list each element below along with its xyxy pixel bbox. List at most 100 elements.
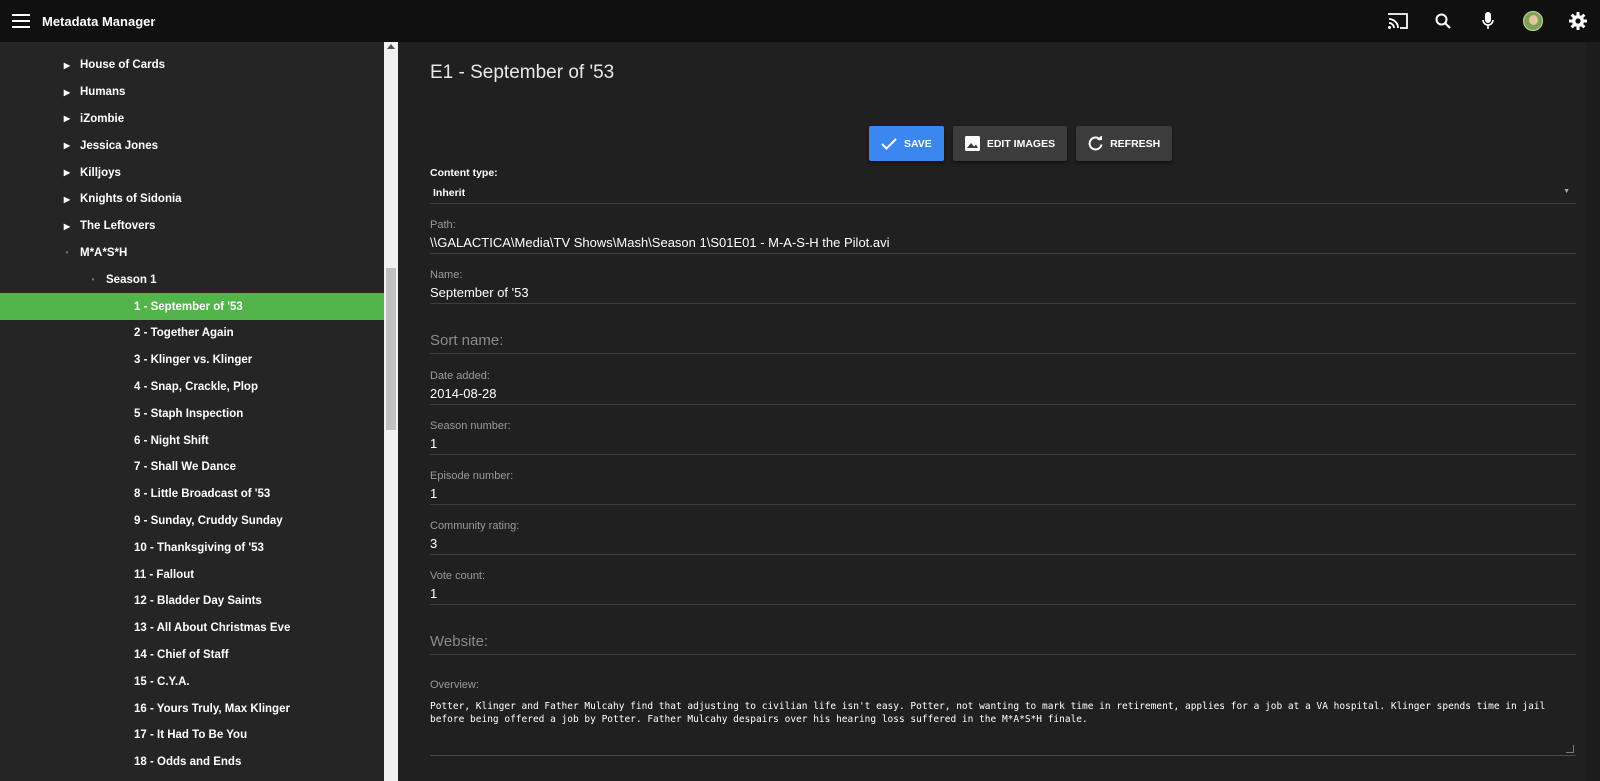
tree-item-label: 4 - Snap, Crackle, Plop xyxy=(134,380,258,393)
app-title: Metadata Manager xyxy=(42,13,156,29)
tree-item[interactable]: ▶ Humans xyxy=(0,79,384,106)
sort-name-field[interactable]: Sort name: xyxy=(430,332,1576,354)
collapse-dot-icon[interactable]: • xyxy=(88,275,98,284)
refresh-button[interactable]: REFRESH xyxy=(1076,126,1173,161)
overview-field[interactable]: Overview: Potter, Klinger and Father Mul… xyxy=(430,679,1576,756)
date-added-input[interactable]: 2014-08-28 xyxy=(430,386,1576,401)
tree-item-label: 12 - Bladder Day Saints xyxy=(134,595,262,608)
tree-item[interactable]: • M*A*S*H xyxy=(0,240,384,267)
episode-number-field[interactable]: Episode number: 1 xyxy=(430,470,1576,505)
tree-item[interactable]: 3 - Klinger vs. Klinger xyxy=(0,347,384,374)
search-icon xyxy=(1435,13,1451,29)
tree-item[interactable]: 15 - C.Y.A. xyxy=(0,668,384,695)
tree-item[interactable]: 16 - Yours Truly, Max Klinger xyxy=(0,695,384,722)
website-field[interactable]: Website: xyxy=(430,633,1576,655)
tree-item-label: 5 - Staph Inspection xyxy=(134,407,244,420)
episode-number-input[interactable]: 1 xyxy=(430,486,1576,501)
expand-arrow-icon[interactable]: ▶ xyxy=(62,195,72,204)
tree-item-label: 13 - All About Christmas Eve xyxy=(134,622,291,635)
gear-icon xyxy=(1568,12,1587,30)
scroll-up-arrow-icon[interactable] xyxy=(387,44,395,49)
resize-handle[interactable] xyxy=(1566,745,1574,753)
expand-arrow-icon[interactable]: ▶ xyxy=(62,222,72,231)
mic-icon xyxy=(1481,12,1494,29)
community-rating-input[interactable]: 3 xyxy=(430,536,1576,551)
tree-item[interactable]: 5 - Staph Inspection xyxy=(0,400,384,427)
season-number-input[interactable]: 1 xyxy=(430,436,1576,451)
tree-item[interactable]: 17 - It Had To Be You xyxy=(0,722,384,749)
tree-item-label: 7 - Shall We Dance xyxy=(134,461,237,474)
vote-count-field[interactable]: Vote count: 1 xyxy=(430,570,1576,605)
tree-item[interactable]: 4 - Snap, Crackle, Plop xyxy=(0,374,384,401)
expand-arrow-icon[interactable]: ▶ xyxy=(62,168,72,177)
save-button-label: SAVE xyxy=(904,137,932,150)
tree-item-label: 16 - Yours Truly, Max Klinger xyxy=(134,702,290,715)
tree-item-selected[interactable]: 1 - September of '53 xyxy=(0,293,384,320)
tree-item[interactable]: 8 - Little Broadcast of '53 xyxy=(0,481,384,508)
tree-item-label: Killjoys xyxy=(80,166,121,179)
tree-item[interactable]: 18 - Odds and Ends xyxy=(0,749,384,776)
tree-item-label: 3 - Klinger vs. Klinger xyxy=(134,354,253,367)
tree-item[interactable]: ▶ House of Cards xyxy=(0,52,384,79)
edit-images-button-label: EDIT IMAGES xyxy=(986,137,1056,150)
tree-item[interactable]: 11 - Fallout xyxy=(0,561,384,588)
tree-item[interactable]: 10 - Thanksgiving of '53 xyxy=(0,534,384,561)
tree-item-label: 9 - Sunday, Cruddy Sunday xyxy=(134,514,283,527)
tree-item[interactable]: ▶ The Leftovers xyxy=(0,213,384,240)
tree-item-label: 10 - Thanksgiving of '53 xyxy=(134,541,264,554)
tree-item[interactable]: 6 - Night Shift xyxy=(0,427,384,454)
tree-item-label: 2 - Together Again xyxy=(134,327,234,340)
community-rating-field[interactable]: Community rating: 3 xyxy=(430,520,1576,555)
tree-item[interactable]: 12 - Bladder Day Saints xyxy=(0,588,384,615)
tree-item-label: 18 - Odds and Ends xyxy=(134,756,242,769)
content-type-label: Content type: xyxy=(430,167,498,179)
content-type-select[interactable]: Content type: Inherit ▼ xyxy=(430,167,1576,204)
search-button[interactable] xyxy=(1420,0,1465,42)
tree-item[interactable]: ▶ Killjoys xyxy=(0,159,384,186)
edit-images-button[interactable]: EDIT IMAGES xyxy=(952,126,1068,161)
top-bar: Metadata Manager xyxy=(0,0,1600,42)
tree-item-label: House of Cards xyxy=(80,59,165,72)
tree-item[interactable]: • Season 1 xyxy=(0,266,384,293)
cast-button[interactable] xyxy=(1375,0,1420,42)
name-input[interactable]: September of '53 xyxy=(430,285,1576,300)
tree-item[interactable]: ▶ iZombie xyxy=(0,106,384,133)
menu-button[interactable] xyxy=(0,0,42,42)
expand-arrow-icon[interactable]: ▶ xyxy=(62,141,72,150)
tree-item[interactable]: ▶ Jessica Jones xyxy=(0,132,384,159)
overview-textarea[interactable]: Potter, Klinger and Father Mulcahy find … xyxy=(430,700,1550,726)
tree-item-label: 17 - It Had To Be You xyxy=(134,729,248,742)
tree-item[interactable]: 7 - Shall We Dance xyxy=(0,454,384,481)
user-button[interactable] xyxy=(1510,0,1555,42)
community-rating-label: Community rating: xyxy=(430,520,520,532)
tree-item[interactable]: 13 - All About Christmas Eve xyxy=(0,615,384,642)
tree-item-label: M*A*S*H xyxy=(80,246,128,259)
image-icon xyxy=(964,136,980,151)
save-button[interactable]: SAVE xyxy=(869,126,944,161)
library-tree-panel: ▶ House of Cards ▶ Humans ▶ iZombie ▶ Jessica J… xyxy=(0,42,384,781)
collapse-dot-icon[interactable]: • xyxy=(62,248,72,257)
name-field[interactable]: Name: September of '53 xyxy=(430,269,1576,304)
tree-item-label: Humans xyxy=(80,86,126,99)
sidebar-scrollbar[interactable] xyxy=(384,42,398,781)
expand-arrow-icon[interactable]: ▶ xyxy=(62,114,72,123)
date-added-field[interactable]: Date added: 2014-08-28 xyxy=(430,370,1576,405)
settings-button[interactable] xyxy=(1555,0,1600,42)
scroll-thumb[interactable] xyxy=(386,268,396,430)
tree-item[interactable]: 9 - Sunday, Cruddy Sunday xyxy=(0,508,384,535)
main-scrollbar[interactable] xyxy=(1586,42,1600,781)
expand-arrow-icon[interactable]: ▶ xyxy=(62,88,72,97)
season-number-field[interactable]: Season number: 1 xyxy=(430,420,1576,455)
tree-item[interactable]: 2 - Together Again xyxy=(0,320,384,347)
vote-count-input[interactable]: 1 xyxy=(430,586,1576,601)
tree-item[interactable]: ▶ Knights of Sidonia xyxy=(0,186,384,213)
tree-item[interactable]: 14 - Chief of Staff xyxy=(0,642,384,669)
website-input[interactable]: Website: xyxy=(430,633,1576,650)
sort-name-input[interactable]: Sort name: xyxy=(430,332,1576,349)
avatar xyxy=(1522,11,1543,31)
expand-arrow-icon[interactable]: ▶ xyxy=(62,61,72,70)
menu-icon xyxy=(12,14,30,28)
tree-item-label: 8 - Little Broadcast of '53 xyxy=(134,488,271,501)
voice-search-button[interactable] xyxy=(1465,0,1510,42)
tree-item-label: Knights of Sidonia xyxy=(80,193,182,206)
